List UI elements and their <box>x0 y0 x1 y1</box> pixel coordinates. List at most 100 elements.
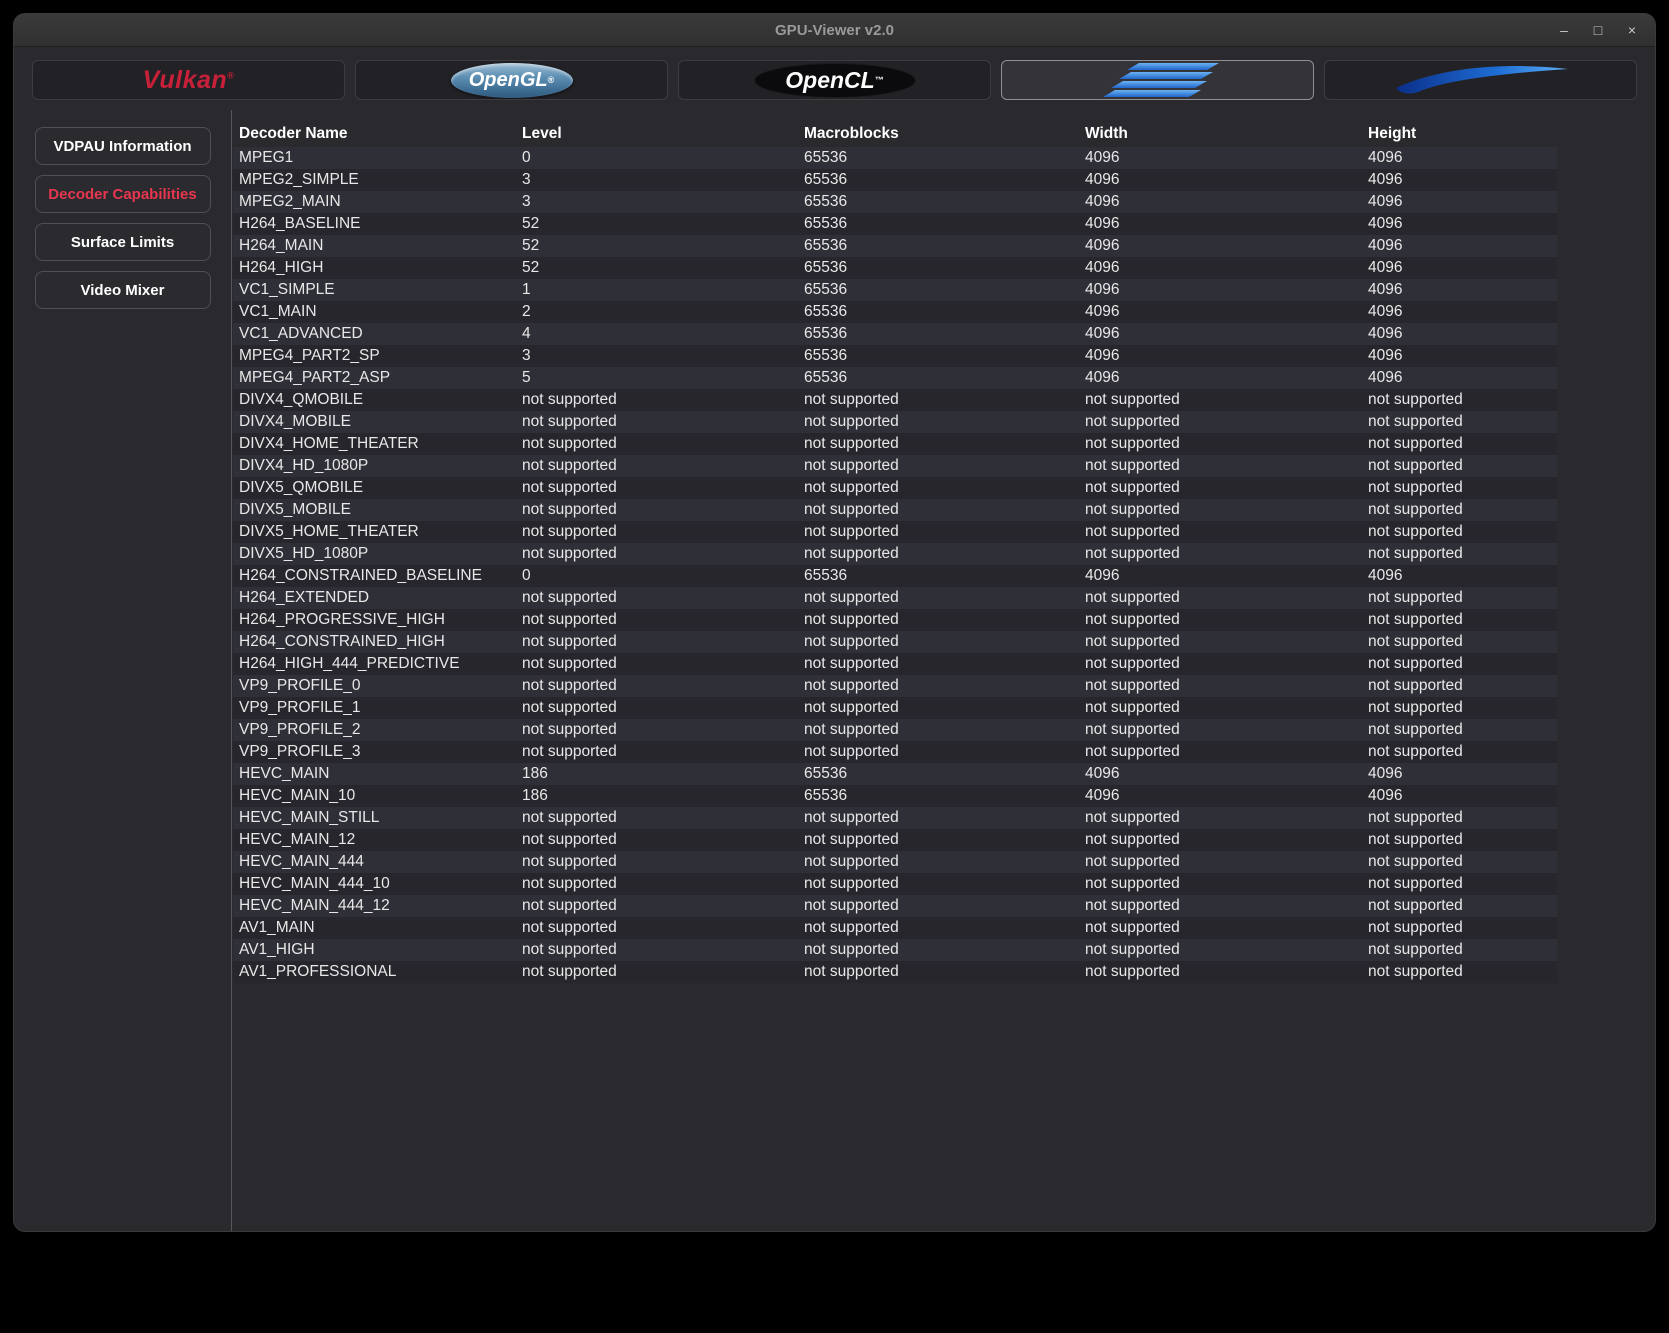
cell: DIVX5_MOBILE <box>233 499 516 521</box>
titlebar[interactable]: GPU-Viewer v2.0 – □ × <box>14 14 1655 47</box>
cell: not supported <box>1079 543 1362 565</box>
table-row[interactable]: DIVX5_MOBILEnot supportednot supportedno… <box>233 499 1557 521</box>
cell: not supported <box>1079 895 1362 917</box>
table-row[interactable]: H264_BASELINE526553640964096 <box>233 213 1557 235</box>
cell: 4096 <box>1362 345 1557 367</box>
cell: 4096 <box>1362 763 1557 785</box>
tab-opencl[interactable]: OpenCL™ <box>678 60 991 100</box>
table-row[interactable]: VC1_MAIN26553640964096 <box>233 301 1557 323</box>
cell: DIVX5_HD_1080P <box>233 543 516 565</box>
table-row[interactable]: DIVX4_HD_1080Pnot supportednot supported… <box>233 455 1557 477</box>
cell: 65536 <box>798 169 1079 191</box>
cell: not supported <box>798 917 1079 939</box>
table-row[interactable]: HEVC_MAIN_12not supportednot supportedno… <box>233 829 1557 851</box>
minimize-button[interactable]: – <box>1557 23 1571 37</box>
cell: not supported <box>1079 477 1362 499</box>
table-row[interactable]: MPEG106553640964096 <box>233 147 1557 169</box>
table-row[interactable]: HEVC_MAIN_444_10 not supportednot support… <box>233 873 1557 895</box>
vaapi-swoosh-icon <box>1386 62 1576 98</box>
maximize-button[interactable]: □ <box>1591 23 1605 37</box>
cell: not supported <box>1362 543 1557 565</box>
table-row[interactable]: VC1_ADVANCED46553640964096 <box>233 323 1557 345</box>
cell: 4096 <box>1362 301 1557 323</box>
cell: not supported <box>1079 873 1362 895</box>
table-row[interactable]: H264_CONSTRAINED_BASELINE06553640964096 <box>233 565 1557 587</box>
cell: 65536 <box>798 213 1079 235</box>
cell: 4 <box>516 323 798 345</box>
table-row[interactable]: H264_HIGH_444_PREDICTIVEnot supportednot… <box>233 653 1557 675</box>
cell: not supported <box>1362 719 1557 741</box>
table-row[interactable]: DIVX5_HD_1080P not supportednot supported… <box>233 543 1557 565</box>
cell: 4096 <box>1079 279 1362 301</box>
cell: AV1_MAIN <box>233 917 516 939</box>
table-row[interactable]: HEVC_MAIN_444not supportednot supportedn… <box>233 851 1557 873</box>
tab-vaapi[interactable] <box>1324 60 1637 100</box>
cell: not supported <box>516 961 798 983</box>
cell: 65536 <box>798 565 1079 587</box>
cell: 4096 <box>1079 763 1362 785</box>
table-row[interactable]: DIVX4_MOBILEnot supportednot supportedno… <box>233 411 1557 433</box>
close-button[interactable]: × <box>1625 23 1639 37</box>
cell: VC1_MAIN <box>233 301 516 323</box>
sidebar-item-surface-limits[interactable]: Surface Limits <box>35 223 211 261</box>
table-row[interactable]: HEVC_MAIN1866553640964096 <box>233 763 1557 785</box>
cell: not supported <box>516 609 798 631</box>
table-row[interactable]: DIVX5_QMOBILEnot supportednot supportedn… <box>233 477 1557 499</box>
cell: 52 <box>516 257 798 279</box>
table-row[interactable]: H264_CONSTRAINED_HIGHnot supportednot su… <box>233 631 1557 653</box>
table-row[interactable]: MPEG2_SIMPLE36553640964096 <box>233 169 1557 191</box>
tab-vdpau[interactable] <box>1001 60 1314 100</box>
cell: 65536 <box>798 257 1079 279</box>
cell: not supported <box>516 939 798 961</box>
opengl-logo-icon: OpenGL® <box>451 63 573 98</box>
sidebar-item-video-mixer[interactable]: Video Mixer <box>35 271 211 309</box>
cell: 5 <box>516 367 798 389</box>
table-row[interactable]: HEVC_MAIN_STILLnot supportednot supporte… <box>233 807 1557 829</box>
table-row[interactable]: DIVX4_HOME_THEATERnot supportednot suppo… <box>233 433 1557 455</box>
opencl-trademark: ™ <box>875 75 884 85</box>
sidebar-item-decoder-capabilities[interactable]: Decoder Capabilities <box>35 175 211 213</box>
cell: 0 <box>516 147 798 169</box>
table-row[interactable]: H264_PROGRESSIVE_HIGHnot supportednot su… <box>233 609 1557 631</box>
table-row[interactable]: VC1_SIMPLE16553640964096 <box>233 279 1557 301</box>
table-row[interactable]: H264_EXTENDEDnot supportednot supportedn… <box>233 587 1557 609</box>
table-row[interactable]: MPEG4_PART2_ASP56553640964096 <box>233 367 1557 389</box>
cell: 4096 <box>1079 257 1362 279</box>
table-row[interactable]: AV1_MAINnot supportednot supportednot su… <box>233 917 1557 939</box>
cell: not supported <box>1362 807 1557 829</box>
table-row[interactable]: MPEG4_PART2_SP36553640964096 <box>233 345 1557 367</box>
table-row[interactable]: MPEG2_MAIN36553640964096 <box>233 191 1557 213</box>
cell: not supported <box>798 719 1079 741</box>
cell: not supported <box>1362 477 1557 499</box>
cell: not supported <box>1079 675 1362 697</box>
table-row[interactable]: DIVX4_QMOBILEnot supportednot supportedn… <box>233 389 1557 411</box>
cell: not supported <box>798 939 1079 961</box>
cell: DIVX5_HOME_THEATER <box>233 521 516 543</box>
table-row[interactable]: HEVC_MAIN_101866553640964096 <box>233 785 1557 807</box>
opengl-registered-mark: ® <box>548 75 555 85</box>
cell: HEVC_MAIN_12 <box>233 829 516 851</box>
table-row[interactable]: VP9_PROFILE_0not supportednot supportedn… <box>233 675 1557 697</box>
cell: not supported <box>516 477 798 499</box>
tab-vulkan[interactable]: Vulkan® <box>32 60 345 100</box>
table-row[interactable]: VP9_PROFILE_2not supportednot supportedn… <box>233 719 1557 741</box>
cell: not supported <box>1362 873 1557 895</box>
table-row[interactable]: AV1_HIGHnot supportednot supportednot su… <box>233 939 1557 961</box>
table-row[interactable]: AV1_PROFESSIONALnot supportednot support… <box>233 961 1557 983</box>
cell: not supported <box>798 455 1079 477</box>
table-row[interactable]: DIVX5_HOME_THEATERnot supportednot suppo… <box>233 521 1557 543</box>
decoder-capabilities-panel: Decoder Name Level Macroblocks Width Hei… <box>232 110 1655 1231</box>
cell: MPEG4_PART2_SP <box>233 345 516 367</box>
sidebar-item-vdpau-information[interactable]: VDPAU Information <box>35 127 211 165</box>
table-row[interactable]: HEVC_MAIN_444_12not supportednot support… <box>233 895 1557 917</box>
cell: not supported <box>1079 389 1362 411</box>
table-row[interactable]: VP9_PROFILE_1not supportednot supportedn… <box>233 697 1557 719</box>
table-row[interactable]: H264_MAIN526553640964096 <box>233 235 1557 257</box>
table-row[interactable]: H264_HIGH526553640964096 <box>233 257 1557 279</box>
table-row[interactable]: VP9_PROFILE_3not supportednot supportedn… <box>233 741 1557 763</box>
cell: not supported <box>1362 587 1557 609</box>
cell: not supported <box>1362 631 1557 653</box>
cell: not supported <box>1362 895 1557 917</box>
tab-opengl[interactable]: OpenGL® <box>355 60 668 100</box>
cell: HEVC_MAIN_444_10 <box>233 873 516 895</box>
